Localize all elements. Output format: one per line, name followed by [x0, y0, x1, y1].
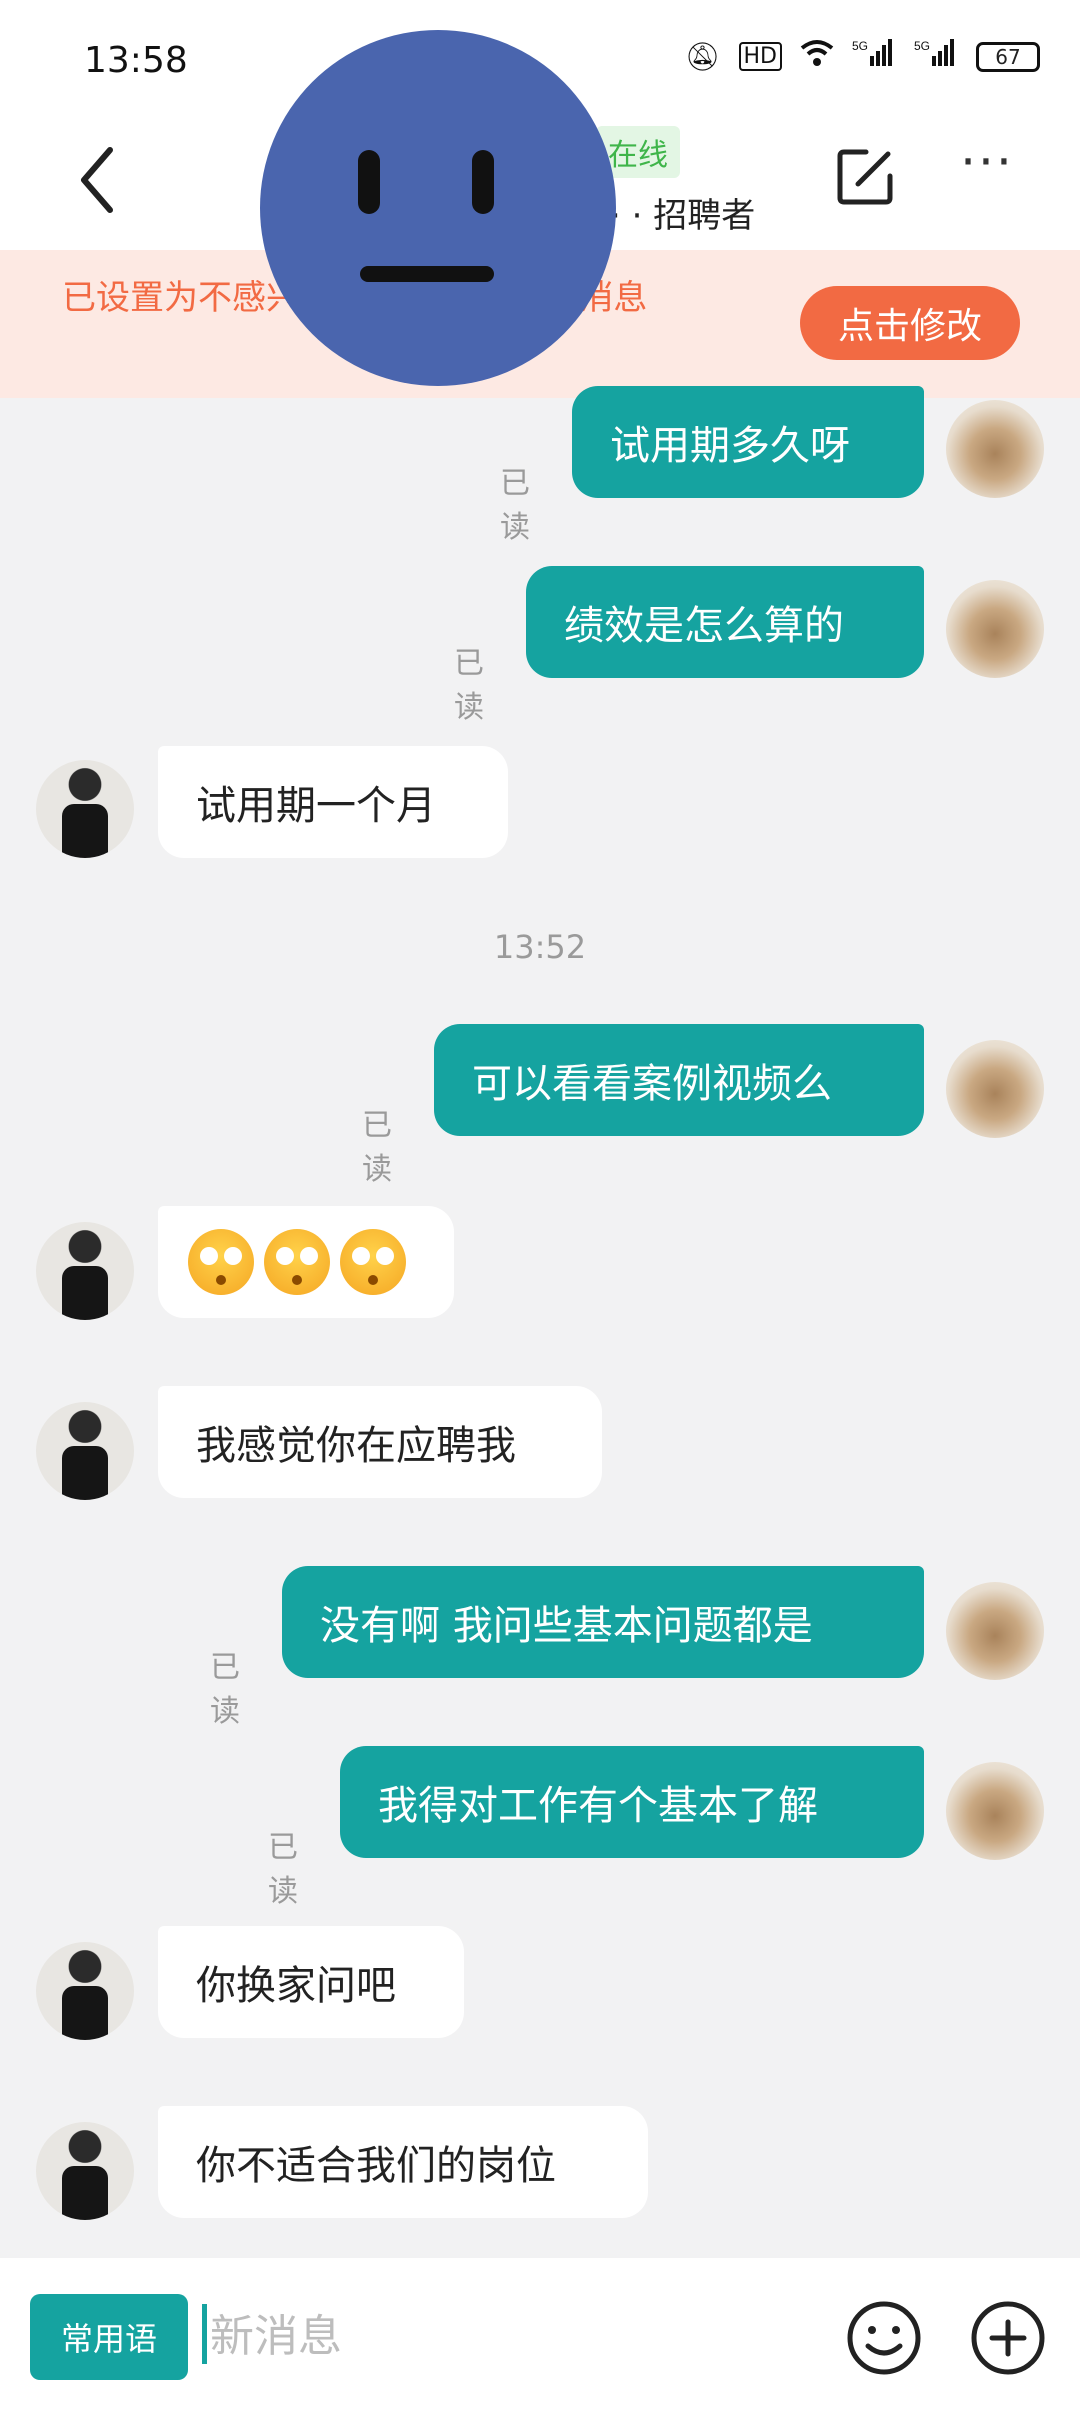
my-avatar[interactable] [946, 1582, 1044, 1680]
more-icon: ··· [960, 133, 1014, 191]
avatar-eye [472, 150, 494, 214]
battery-indicator: 67 [976, 41, 1040, 72]
hd-icon: HD [738, 42, 782, 71]
back-button[interactable] [70, 140, 130, 220]
message-bubble[interactable]: 你不适合我们的岗位 [158, 2106, 648, 2218]
read-receipt: 已读 [210, 1650, 240, 1729]
message-bubble[interactable]: 我得对工作有个基本了解 [340, 1746, 924, 1858]
edit-button[interactable] [830, 142, 900, 212]
common-phrases-button[interactable]: 常用语 [30, 2294, 188, 2380]
message-bubble[interactable]: 你换家问吧 [158, 1926, 464, 2038]
text-cursor [202, 2304, 207, 2364]
wifi-icon [800, 39, 834, 74]
mute-icon: 🔕︎ [684, 40, 721, 73]
message-bubble[interactable]: 可以看看案例视频么 [434, 1024, 924, 1136]
read-receipt: 已读 [500, 466, 530, 545]
more-button[interactable]: ··· [952, 137, 1022, 212]
read-receipt: 已读 [454, 646, 484, 725]
chevron-left-icon [81, 147, 113, 213]
flushed-face-icon [340, 1229, 406, 1295]
message-bubble[interactable]: 试用期一个月 [158, 746, 508, 858]
my-avatar[interactable] [946, 580, 1044, 678]
message-bubble[interactable] [158, 1206, 454, 1318]
recruiter-avatar[interactable] [36, 1942, 134, 2040]
plus-icon [971, 2301, 1045, 2375]
time-divider: 13:52 [493, 928, 587, 966]
more-actions-button[interactable] [968, 2298, 1048, 2378]
flushed-face-icon [264, 1229, 330, 1295]
signal-5g-icon: 5G [852, 38, 896, 75]
status-time: 13:58 [84, 40, 188, 81]
avatar-eye [358, 150, 380, 214]
recruiter-avatar[interactable] [36, 2122, 134, 2220]
message-bubble[interactable]: 试用期多久呀 [572, 386, 924, 498]
contact-role: · · 招聘者 [610, 196, 756, 236]
my-avatar[interactable] [946, 1040, 1044, 1138]
banner-modify-button[interactable]: 点击修改 [800, 286, 1020, 360]
recruiter-avatar[interactable] [36, 1402, 134, 1500]
my-avatar[interactable] [946, 1762, 1044, 1860]
message-bubble[interactable]: 我感觉你在应聘我 [158, 1386, 602, 1498]
message-input-bar: 常用语 [0, 2258, 1080, 2414]
flushed-face-icon [188, 1229, 254, 1295]
read-receipt: 已读 [362, 1108, 392, 1187]
my-avatar[interactable] [946, 400, 1044, 498]
message-input[interactable] [208, 2300, 812, 2372]
emoji-button[interactable] [844, 2298, 924, 2378]
recruiter-avatar[interactable] [36, 1222, 134, 1320]
read-receipt: 已读 [268, 1830, 298, 1909]
recruiter-avatar[interactable] [36, 760, 134, 858]
message-bubble[interactable]: 绩效是怎么算的 [526, 566, 924, 678]
signal-5g-icon: 5G [914, 38, 958, 75]
contact-avatar[interactable] [260, 30, 616, 386]
message-bubble[interactable]: 没有啊 我问些基本问题都是 [282, 1566, 924, 1678]
avatar-mouth [360, 266, 494, 282]
smiley-icon [847, 2301, 921, 2375]
edit-icon [837, 149, 893, 205]
svg-text:5G: 5G [852, 39, 868, 53]
status-icons: 🔕︎ HD 5G 5G 67 [685, 38, 1040, 75]
svg-text:5G: 5G [914, 39, 930, 53]
